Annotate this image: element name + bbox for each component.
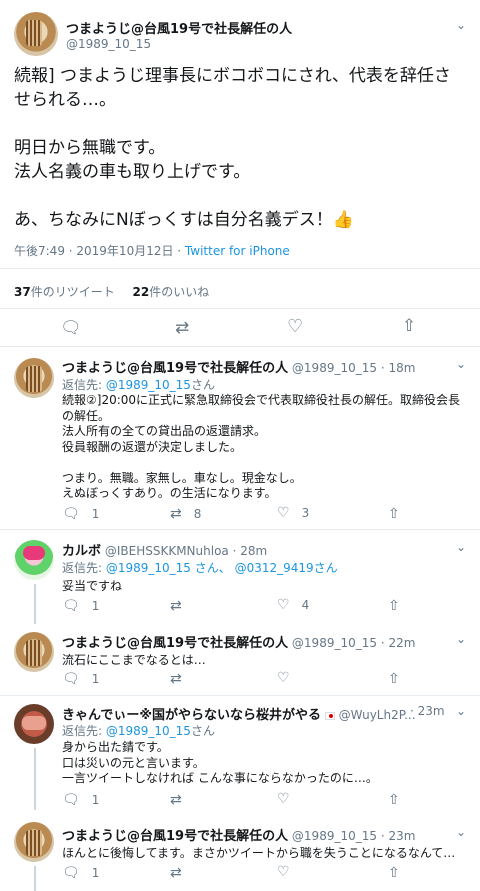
avatar[interactable] xyxy=(14,704,54,744)
share-icon[interactable]: ⇧ xyxy=(388,866,400,880)
retweet-icon[interactable]: ⇄ xyxy=(170,599,182,613)
author-name[interactable]: きゃんでぃー※国がやらないなら桜井がやる xyxy=(62,708,321,723)
avatar[interactable] xyxy=(14,358,54,398)
thumbs-up-emoji: 👍 xyxy=(332,210,354,230)
reply-icon[interactable]: 🗨 xyxy=(62,599,80,613)
retweet-icon[interactable]: ⇄ xyxy=(170,672,182,686)
author-name[interactable]: つまようじ@台風19号で社長解任の人 xyxy=(66,18,292,37)
avatar[interactable] xyxy=(14,12,58,56)
retweets-stat[interactable]: 37件のリツイート xyxy=(14,285,115,299)
like-icon[interactable]: ♡ xyxy=(277,671,290,685)
tweet-time[interactable]: · 23m xyxy=(410,704,445,718)
like-count: 3 xyxy=(301,506,310,520)
reply-count: 1 xyxy=(91,793,100,807)
avatar[interactable] xyxy=(14,540,54,580)
tweet-time[interactable]: · 22m xyxy=(381,636,416,650)
retweet-icon[interactable]: ⇄ xyxy=(170,793,182,807)
author-handle[interactable]: @1989_10_15 xyxy=(292,636,377,650)
share-icon[interactable]: ⇧ xyxy=(388,793,400,807)
tweet-meta: 午後7:49 · 2019年10月12日 · Twitter for iPhon… xyxy=(14,242,290,259)
tweet-text: 妥当ですね xyxy=(62,579,123,593)
like-icon[interactable]: ♡ xyxy=(287,318,303,336)
retweet-count: 8 xyxy=(193,507,202,521)
thread-line xyxy=(34,866,36,891)
reply-count: 1 xyxy=(91,599,100,613)
tweet-time[interactable]: · 23m xyxy=(381,829,416,843)
chevron-down-icon[interactable]: ⌄ xyxy=(456,632,466,646)
chevron-down-icon[interactable]: ⌄ xyxy=(456,704,466,718)
chevron-down-icon[interactable]: ⌄ xyxy=(456,18,466,32)
tweet-time[interactable]: · 18m xyxy=(381,361,416,375)
reply-to-link[interactable]: @1989_10_15 さん、 @0312_9419さん xyxy=(106,561,338,575)
reply-to-line: 返信先: @1989_10_15 さん、 @0312_9419さん xyxy=(62,561,338,575)
tweet-time[interactable]: · 28m xyxy=(233,544,268,558)
like-icon[interactable]: ♡ xyxy=(277,865,290,879)
retweet-icon[interactable]: ⇄ xyxy=(170,507,182,521)
thread-line xyxy=(34,748,36,810)
reply-count: 1 xyxy=(91,507,100,521)
share-icon[interactable]: ⇧ xyxy=(388,599,400,613)
tweet-timestamp[interactable]: 午後7:49 · 2019年10月12日 · xyxy=(14,244,185,258)
reply-icon[interactable]: 🗨 xyxy=(62,793,80,807)
share-icon[interactable]: ⇧ xyxy=(402,318,416,335)
reply-count: 1 xyxy=(91,866,100,880)
tweet-text: ほんとに後悔してます。まさかツイートから職を失うことになるなんて… xyxy=(62,846,456,860)
avatar[interactable] xyxy=(14,632,54,672)
author-handle[interactable]: @1989_10_15 xyxy=(292,361,377,375)
tweet-stats: 37件のリツイート 22件のいいね xyxy=(14,283,209,300)
retweet-icon[interactable]: ⇄ xyxy=(170,866,182,880)
like-icon[interactable]: ♡ xyxy=(277,792,290,806)
like-icon[interactable]: ♡ xyxy=(277,506,290,520)
japan-flag-icon xyxy=(324,711,335,720)
thread-line xyxy=(34,584,36,624)
author-handle[interactable]: @WuyLh2P... xyxy=(339,708,416,722)
author-handle[interactable]: @1989_10_15 xyxy=(292,829,377,843)
author-handle[interactable]: @IBEHSSKKMNuhloa xyxy=(105,544,229,558)
reply-to-line: 返信先: @1989_10_15さん xyxy=(62,724,215,738)
chevron-down-icon[interactable]: ⌄ xyxy=(456,540,466,554)
like-count: 4 xyxy=(301,598,310,612)
reply-to-line: 返信先: @1989_10_15さん xyxy=(62,378,215,392)
reply-icon[interactable]: 🗨 xyxy=(62,672,80,686)
reply-icon[interactable]: 🗨 xyxy=(62,866,80,880)
tweet-text: 続報②]20:00に正式に緊急取締役会で代表取締役社長の解任。取締役会長の解任。… xyxy=(62,393,461,500)
like-icon[interactable]: ♡ xyxy=(277,598,290,612)
share-icon[interactable]: ⇧ xyxy=(388,672,400,686)
share-icon[interactable]: ⇧ xyxy=(388,507,400,521)
avatar[interactable] xyxy=(14,822,54,862)
reply-count: 1 xyxy=(91,672,100,686)
author-name[interactable]: カルボ xyxy=(62,544,101,559)
tweet-text: 流石にここまでなるとは… xyxy=(62,653,206,667)
author-name[interactable]: つまようじ@台風19号で社長解任の人 xyxy=(62,829,288,844)
tweet-source[interactable]: Twitter for iPhone xyxy=(185,244,290,258)
reply-icon[interactable]: 🗨 xyxy=(62,507,80,521)
tweet-text: 続報] つまようじ理事長にボコボコにされ、代表を辞任させられる…。 明日から無職… xyxy=(14,66,451,230)
author-name[interactable]: つまようじ@台風19号で社長解任の人 xyxy=(62,636,288,651)
chevron-down-icon[interactable]: ⌄ xyxy=(456,825,466,839)
reply-icon[interactable]: 🗨 xyxy=(60,320,82,337)
tweet-text: 身から出た錆です。 口は災いの元と言います。 一言ツイートしなければ こんな事に… xyxy=(62,740,378,785)
author-name[interactable]: つまようじ@台風19号で社長解任の人 xyxy=(62,361,288,376)
author-handle[interactable]: @1989_10_15 xyxy=(66,37,151,51)
retweet-icon[interactable]: ⇄ xyxy=(175,320,189,337)
likes-stat[interactable]: 22件のいいね xyxy=(133,285,210,299)
reply-to-link[interactable]: @1989_10_15 xyxy=(106,378,191,392)
chevron-down-icon[interactable]: ⌄ xyxy=(456,357,466,371)
reply-to-link[interactable]: @1989_10_15 xyxy=(106,724,191,738)
